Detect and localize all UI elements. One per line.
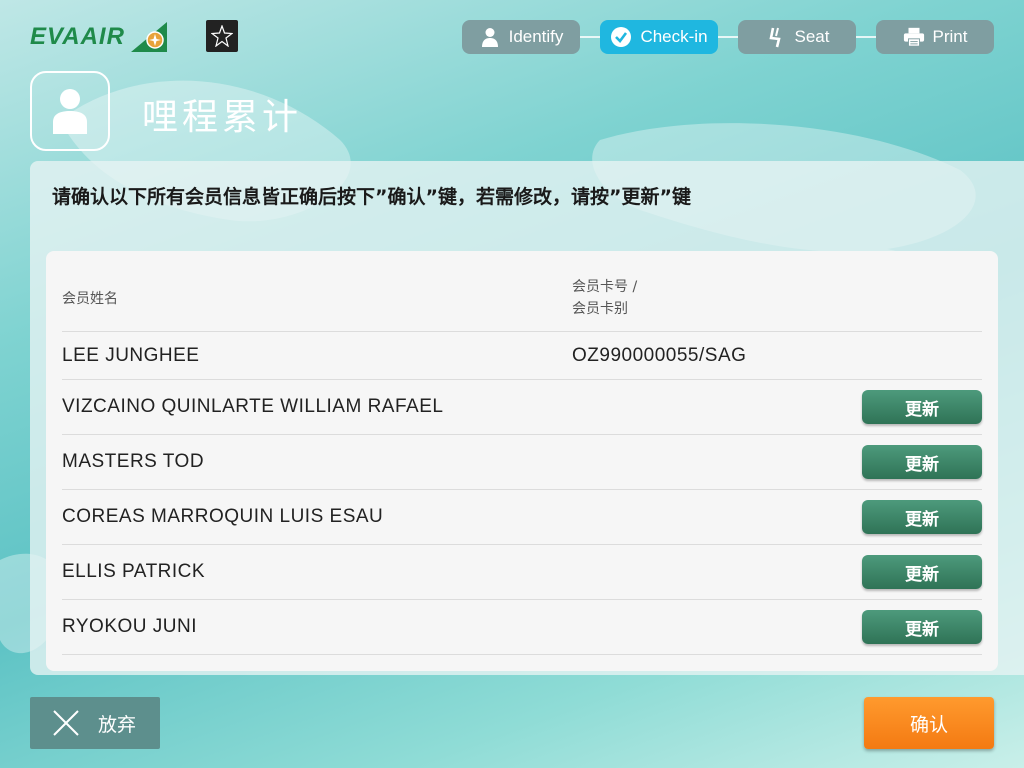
table-row: VIZCAINO QUINLARTE WILLIAM RAFAEL 更新 (62, 380, 982, 435)
close-icon (53, 710, 79, 736)
step-identify[interactable]: Identify (462, 20, 580, 54)
step-label: Identify (508, 27, 564, 46)
member-name: MASTERS TOD (62, 451, 205, 472)
step-label: Seat (794, 27, 830, 46)
update-button[interactable]: 更新 (862, 500, 982, 534)
step-check-in[interactable]: Check-in (600, 20, 718, 54)
member-name: ELLIS PATRICK (62, 561, 206, 582)
table-row: COREAS MARROQUIN LUIS ESAU 更新 (62, 490, 982, 545)
member-name: RYOKOU JUNI (62, 616, 198, 637)
seat-icon (765, 26, 787, 48)
star-alliance-icon (206, 20, 238, 52)
member-name: VIZCAINO QUINLARTE WILLIAM RAFAEL (62, 396, 444, 417)
logo-text: EVAAIR (30, 23, 125, 50)
step-seat[interactable]: Seat (738, 20, 856, 54)
column-header-name: 会员姓名 (62, 291, 118, 307)
step-label: Check-in (640, 27, 708, 46)
step-print[interactable]: Print (876, 20, 994, 54)
update-button[interactable]: 更新 (862, 445, 982, 479)
table-row: MASTERS TOD 更新 (62, 435, 982, 490)
update-button[interactable]: 更新 (862, 610, 982, 644)
table-row: ELLIS PATRICK 更新 (62, 545, 982, 600)
update-button[interactable]: 更新 (862, 390, 982, 424)
step-connector (856, 36, 876, 38)
printer-icon (903, 26, 925, 48)
step-connector (718, 36, 738, 38)
table-row: LEE JUNGHEE OZ990000055/SAG (62, 332, 982, 380)
page-title: 哩程累计 (142, 97, 303, 138)
member-name: COREAS MARROQUIN LUIS ESAU (62, 506, 384, 527)
confirm-button[interactable]: 确认 (864, 697, 994, 749)
step-label: Print (932, 27, 968, 46)
eva-air-logo: EVAAIR (30, 20, 169, 54)
member-icon (30, 71, 110, 151)
member-name: LEE JUNGHEE (62, 344, 200, 366)
member-card-number: OZ990000055/SAG (572, 344, 747, 366)
table-row: RYOKOU JUNI 更新 (62, 600, 982, 655)
table-header: 会员姓名 会员卡号 / 会员卡别 (62, 276, 982, 332)
checkmark-icon (610, 26, 632, 48)
eva-emblem-icon (130, 22, 167, 52)
column-header-card: 会员卡号 / 会员卡别 (572, 276, 637, 320)
step-connector (580, 36, 600, 38)
column-header-card-line1: 会员卡号 / (572, 279, 638, 295)
discard-label: 放弃 (98, 713, 137, 736)
person-icon (479, 26, 501, 48)
discard-button[interactable]: 放弃 (30, 697, 160, 749)
progress-steps: Identify Check-in Seat Print (462, 20, 994, 54)
column-header-card-line2: 会员卡别 (572, 301, 628, 317)
update-button[interactable]: 更新 (862, 555, 982, 589)
instruction-text: 请确认以下所有会员信息皆正确后按下”确认”键，若需修改，请按”更新”键 (52, 186, 691, 208)
